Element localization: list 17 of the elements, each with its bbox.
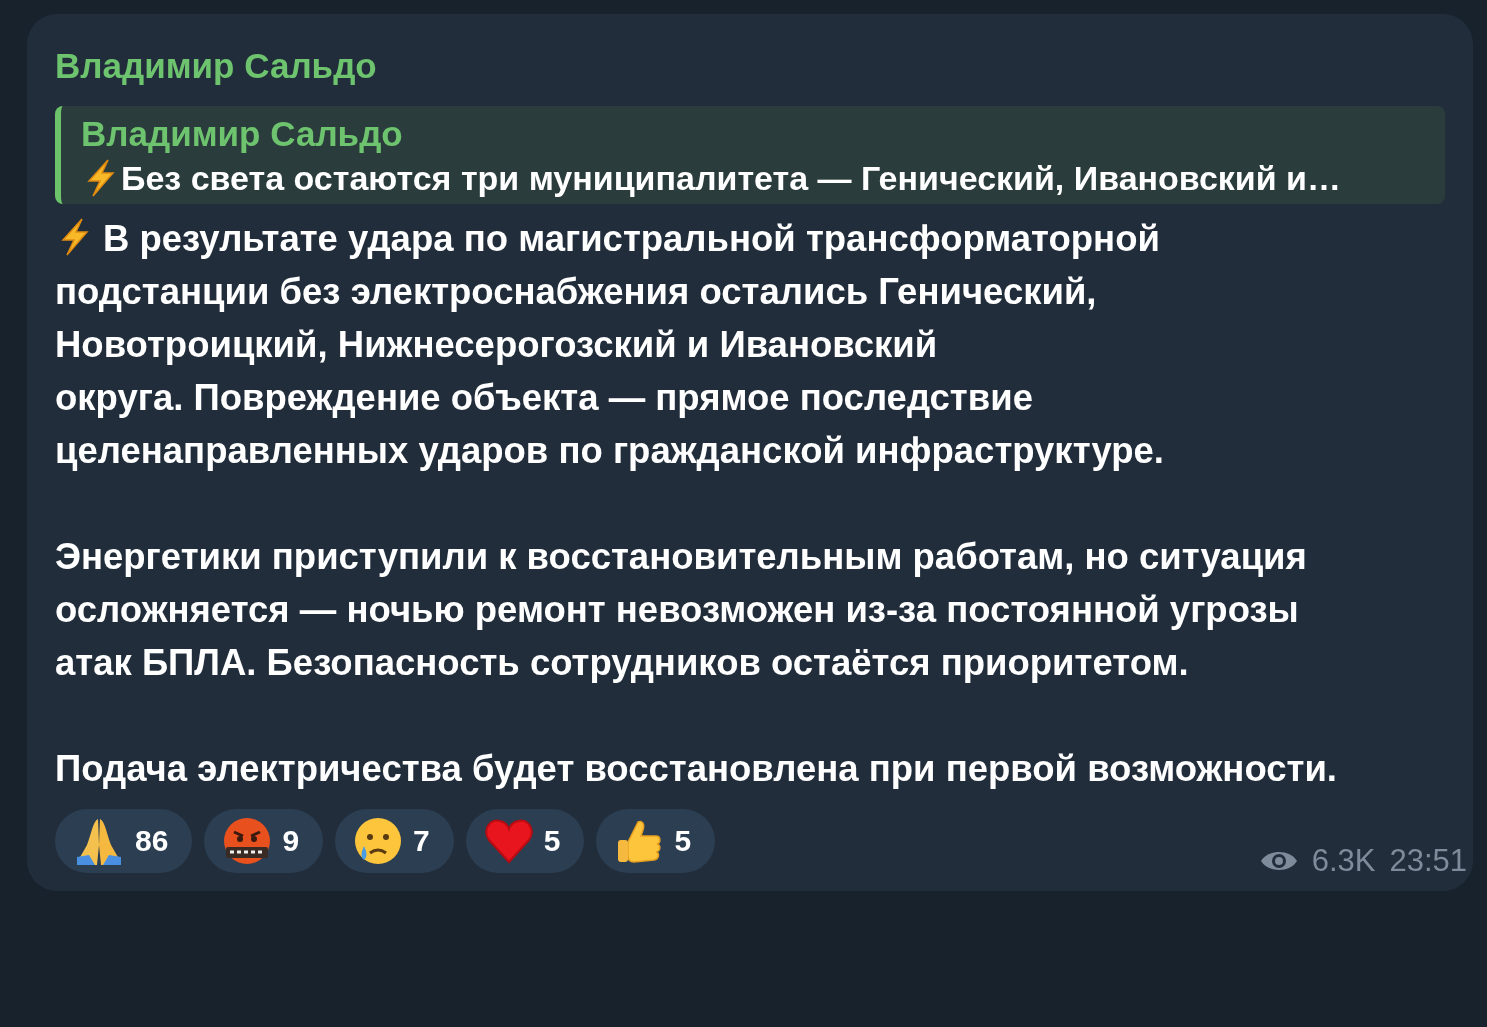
crying-face-icon <box>353 816 404 866</box>
reaction-button[interactable]: 5 <box>596 809 716 873</box>
reaction-button[interactable]: 9 <box>204 809 324 873</box>
message-paragraph: Подача электричества будет восстановлена при первой возможности. <box>55 747 1338 791</box>
reply-quote[interactable]: Владимир Сальдо Без света остаются три муниципалитета — Генический, Ивановский и… <box>55 106 1445 204</box>
view-count: 6.3K <box>1311 843 1376 879</box>
reply-author: Владимир Сальдо <box>81 114 403 154</box>
message-time: 23:51 <box>1389 843 1467 879</box>
reply-text: Без света остаются три муниципалитета — Генический, Ивановский и… <box>121 158 1341 198</box>
reaction-button[interactable]: 7 <box>335 809 454 873</box>
heart-icon <box>483 818 534 864</box>
cursing-face-icon <box>222 816 273 866</box>
reaction-button[interactable]: 5 <box>465 809 585 873</box>
reaction-button[interactable]: 86 <box>55 809 193 873</box>
author-name[interactable]: Владимир Сальдо <box>55 46 377 86</box>
message-paragraph: В результате удара по магистральной трансформаторной подстанции без электроснабжения остались Генический, Новотроицкий, Нижнесерогозский и Ивановский округа. Повреждение объекта — прямое последствие целенаправленных ударов по гражданской инфраструктуре. <box>55 216 1165 473</box>
message-paragraph: Энергетики приступили к восстановительным работам, но ситуация осложняется — ночью ремонт невозможен из-за постоянной угрозы атак БПЛА. Безопасность сотрудников остаётся приоритетом. <box>55 535 1308 685</box>
